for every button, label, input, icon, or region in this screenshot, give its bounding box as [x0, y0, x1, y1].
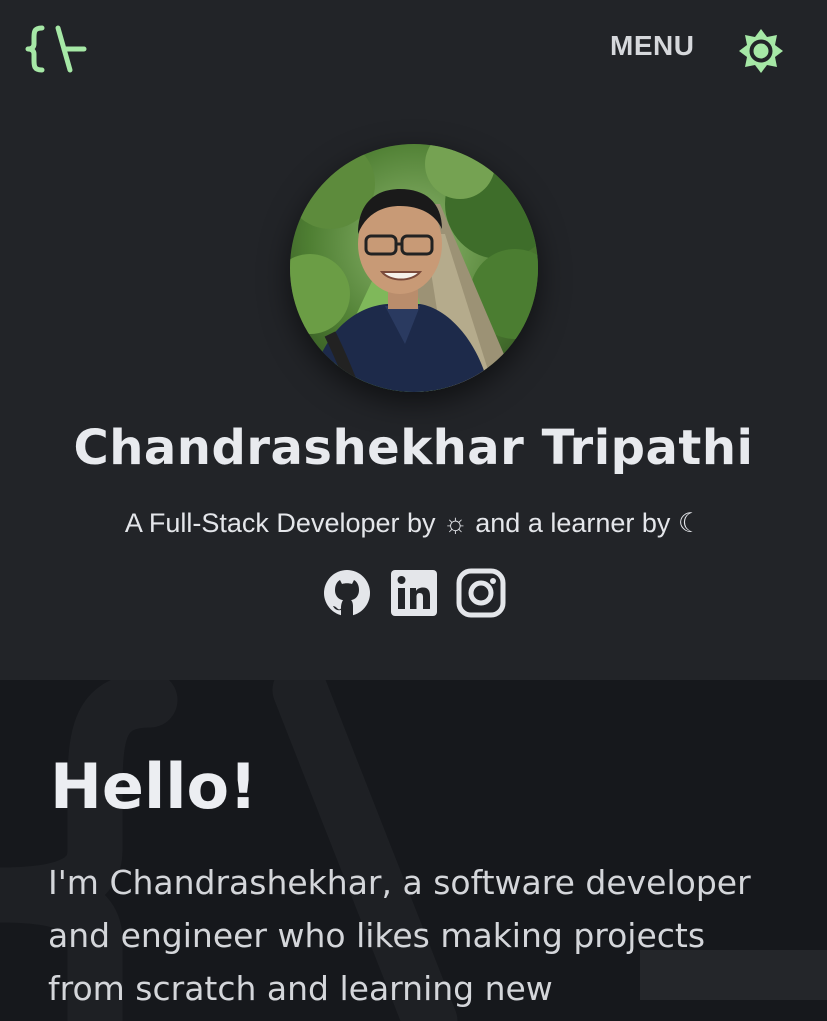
hero-section: MENU Chandrashekhar Tripathi A Full-Stac… [0, 0, 827, 680]
menu-button[interactable]: MENU [610, 30, 694, 62]
code-brace-logo-icon [25, 25, 87, 73]
linkedin-icon [391, 570, 437, 616]
theme-toggle-button[interactable] [738, 28, 784, 74]
github-link[interactable] [322, 568, 372, 618]
page: MENU Chandrashekhar Tripathi A Full-Stac… [0, 0, 827, 1021]
instagram-link[interactable] [456, 568, 506, 618]
profile-name: Chandrashekhar Tripathi [73, 420, 754, 476]
linkedin-link[interactable] [389, 568, 439, 618]
profile-tagline: A Full-Stack Developer by ☼ and a learne… [124, 508, 703, 538]
about-bio: I'm Chandrashekhar, a software developer… [48, 863, 751, 1008]
sun-icon [739, 29, 783, 73]
github-icon [324, 570, 370, 616]
about-section: Hello! I'm Chandrashekhar, a software de… [0, 680, 827, 1021]
social-links [322, 568, 506, 618]
site-logo[interactable] [24, 24, 88, 74]
instagram-icon [456, 568, 506, 618]
profile-photo [290, 144, 538, 392]
avatar [290, 144, 538, 392]
about-heading: Hello! [50, 750, 258, 823]
